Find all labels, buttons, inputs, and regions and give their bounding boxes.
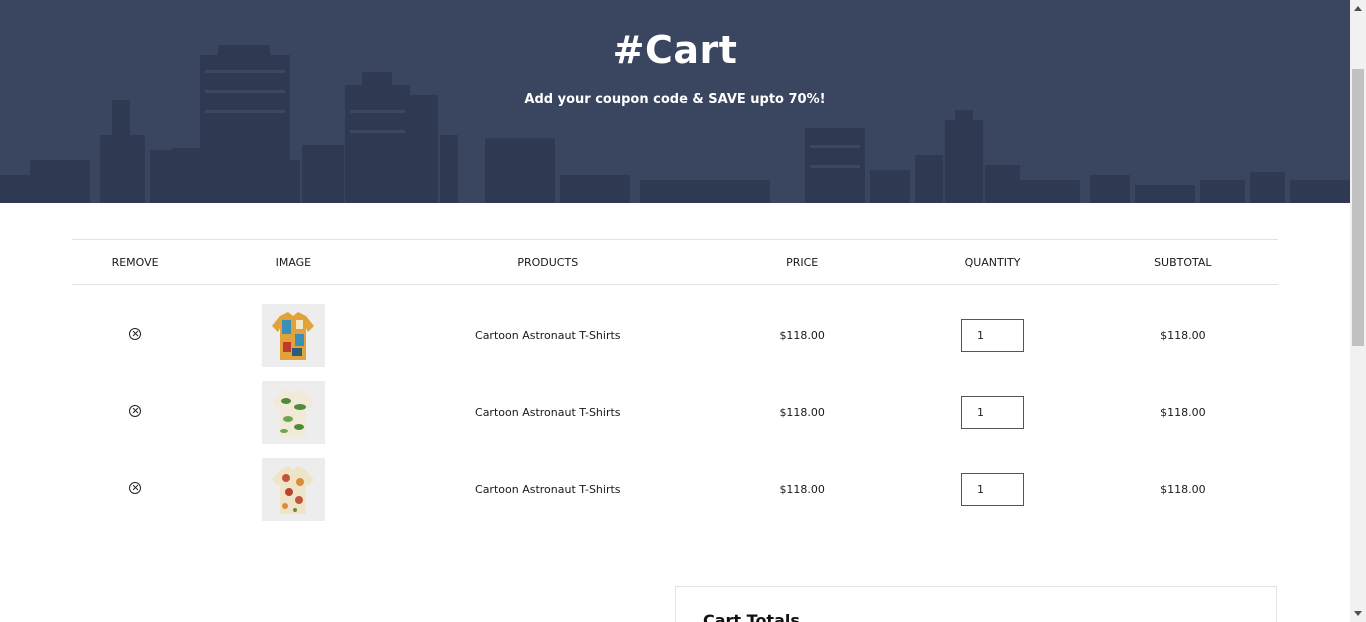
image-cell bbox=[198, 285, 388, 374]
tropical-shirt-icon bbox=[271, 388, 314, 437]
product-price: $118.00 bbox=[779, 482, 825, 496]
image-cell bbox=[198, 374, 388, 451]
floral-shirt-icon bbox=[271, 465, 314, 514]
product-name[interactable]: Cartoon Astronaut T-Shirts bbox=[389, 285, 708, 374]
product-name[interactable]: Cartoon Astronaut T-Shirts bbox=[389, 374, 708, 451]
page-title: #Cart bbox=[612, 28, 738, 72]
remove-cell bbox=[72, 451, 198, 528]
remove-item-icon[interactable] bbox=[129, 327, 142, 340]
hero-subtitle: Add your coupon code & SAVE upto 70%! bbox=[524, 92, 826, 107]
remove-cell bbox=[72, 374, 198, 451]
cart-table: REMOVE IMAGE PRODUCTS PRICE QUANTITY SUB… bbox=[72, 239, 1278, 528]
quantity-cell bbox=[897, 374, 1087, 451]
page-scrollbar[interactable] bbox=[1350, 0, 1366, 622]
product-subtotal: $118.00 bbox=[1160, 482, 1206, 496]
quantity-input[interactable] bbox=[961, 318, 1024, 352]
cart-totals-panel: Cart Totals bbox=[675, 586, 1277, 622]
table-row: Cartoon Astronaut T-Shirts $118.00 $118.… bbox=[72, 374, 1278, 451]
header-products: PRODUCTS bbox=[388, 239, 708, 285]
remove-cell bbox=[72, 285, 198, 374]
product-price: $118.00 bbox=[779, 328, 825, 342]
cart-table-header: REMOVE IMAGE PRODUCTS PRICE QUANTITY SUB… bbox=[72, 239, 1278, 285]
header-subtotal: SUBTOTAL bbox=[1087, 239, 1278, 285]
header-price: PRICE bbox=[707, 239, 898, 285]
header-quantity: QUANTITY bbox=[897, 239, 1088, 285]
quantity-input[interactable] bbox=[961, 395, 1024, 429]
product-thumbnail[interactable] bbox=[261, 380, 325, 444]
product-thumbnail[interactable] bbox=[261, 303, 325, 367]
image-cell bbox=[198, 451, 388, 528]
header-image: IMAGE bbox=[198, 239, 389, 285]
product-subtotal: $118.00 bbox=[1160, 405, 1206, 419]
cart-hero-banner: #Cart Add your coupon code & SAVE upto 7… bbox=[0, 0, 1350, 203]
table-row: Cartoon Astronaut T-Shirts $118.00 $118.… bbox=[72, 451, 1278, 528]
quantity-cell bbox=[897, 451, 1087, 528]
quantity-cell bbox=[897, 285, 1087, 374]
cart-totals-title: Cart Totals bbox=[703, 611, 800, 622]
product-price: $118.00 bbox=[779, 405, 825, 419]
product-name[interactable]: Cartoon Astronaut T-Shirts bbox=[389, 451, 708, 528]
scroll-up-icon[interactable] bbox=[1354, 6, 1362, 11]
header-remove: REMOVE bbox=[72, 239, 199, 285]
patterned-shirt-icon bbox=[271, 311, 314, 360]
remove-item-icon[interactable] bbox=[129, 481, 142, 494]
scroll-down-icon[interactable] bbox=[1354, 611, 1362, 616]
scrollbar-thumb[interactable] bbox=[1352, 69, 1364, 346]
remove-item-icon[interactable] bbox=[129, 404, 142, 417]
quantity-input[interactable] bbox=[961, 472, 1024, 506]
product-subtotal: $118.00 bbox=[1160, 328, 1206, 342]
product-thumbnail[interactable] bbox=[261, 457, 325, 521]
table-row: Cartoon Astronaut T-Shirts $118.00 $118.… bbox=[72, 285, 1278, 374]
